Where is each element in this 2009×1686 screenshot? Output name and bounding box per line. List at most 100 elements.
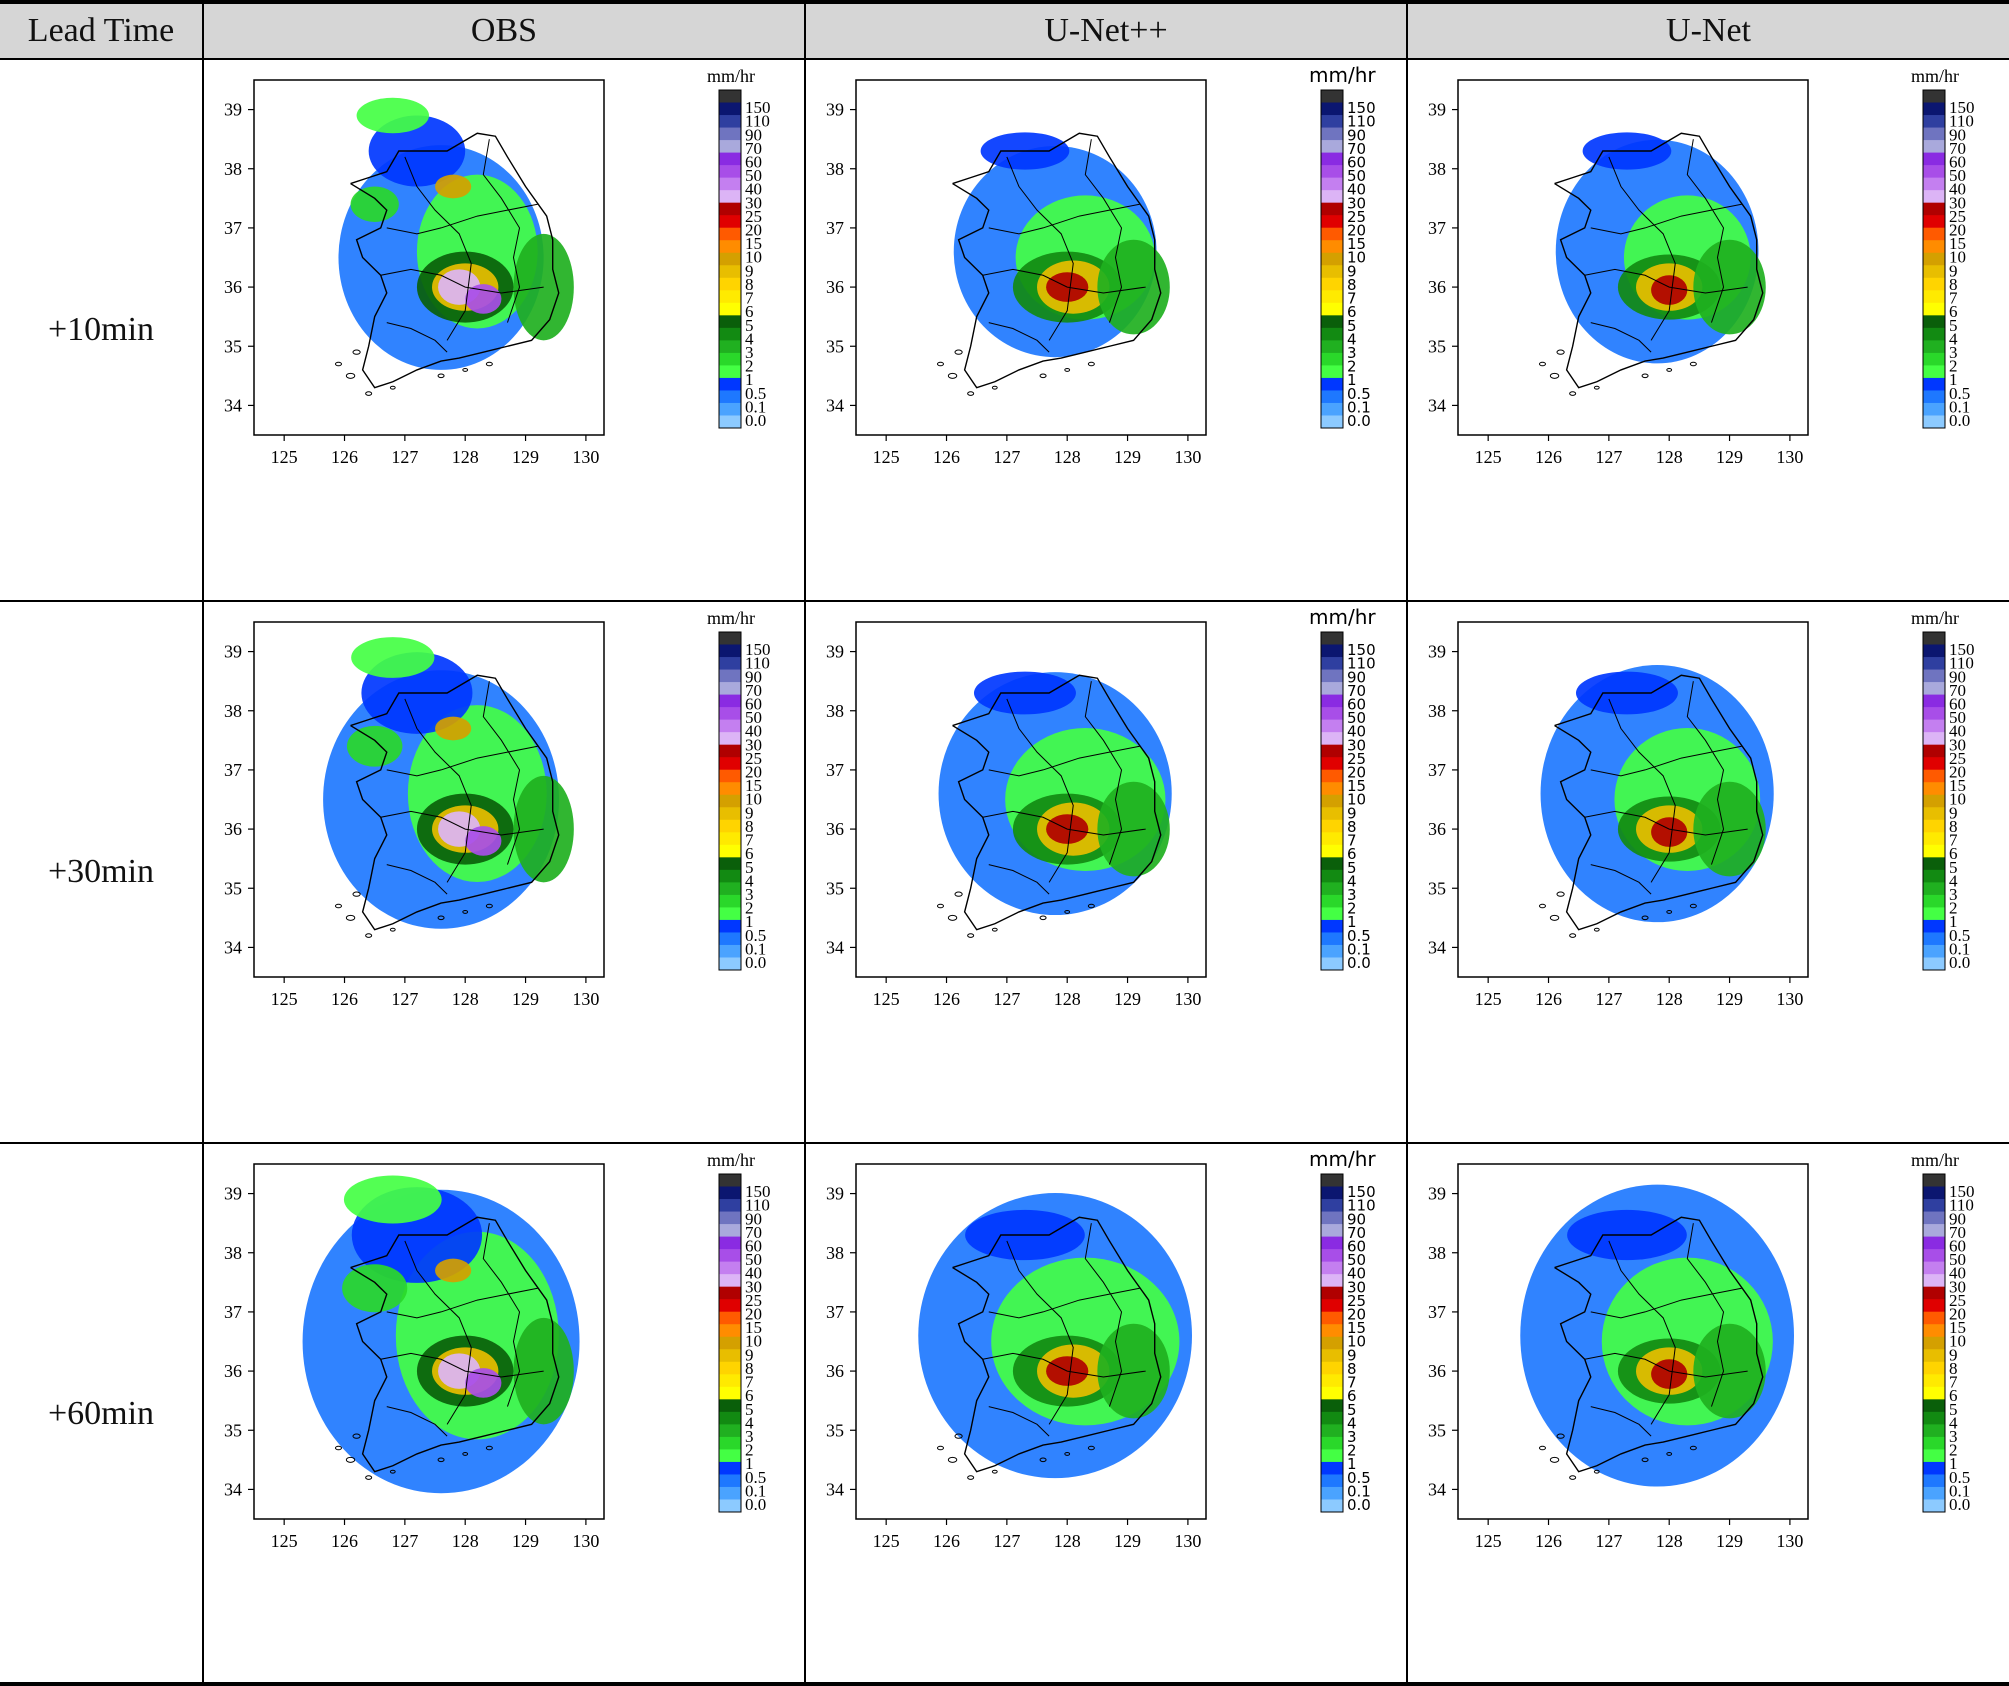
map-unetpp-60min: 125 126 127 128 129 130 39 38 37 36 35 34 mm/hr 150 11… (806, 1144, 1406, 1684)
y-tick-label: 37 (826, 760, 844, 780)
colorbar-swatch (1321, 944, 1343, 958)
y-tick-label: 36 (826, 277, 844, 297)
colorbar-swatch (1321, 1349, 1343, 1363)
header-unet: U-Net (1408, 4, 2009, 58)
x-tick-label: 127 (993, 989, 1020, 1009)
x-tick-label: 128 (452, 989, 479, 1009)
lead-time-label: +30min (47, 853, 155, 890)
precipitation-area (465, 284, 502, 314)
colorbar-label: 0.0 (1949, 953, 1970, 972)
colorbar-swatch (1321, 807, 1343, 821)
colorbar-swatch (719, 1386, 741, 1400)
colorbar-swatch (719, 1486, 741, 1500)
colorbar-swatch (1923, 1286, 1945, 1300)
colorbar-swatch (719, 1199, 741, 1213)
colorbar-swatch (1923, 140, 1945, 154)
colorbar-swatch (719, 302, 741, 316)
colorbar-swatch (1923, 190, 1945, 204)
colorbar-swatch (1923, 769, 1945, 783)
x-tick-label: 128 (1656, 447, 1683, 467)
y-tick-label: 34 (1428, 1479, 1446, 1499)
y-tick-label: 37 (1428, 1302, 1446, 1322)
colorbar-swatch (1321, 415, 1343, 429)
x-tick-label: 128 (1054, 989, 1081, 1009)
colorbar-swatch (1321, 669, 1343, 683)
y-tick-label: 38 (1428, 159, 1446, 179)
colorbar-swatch (1321, 1236, 1343, 1250)
colorbar-swatch (1923, 1336, 1945, 1350)
colorbar-swatch (1321, 1174, 1343, 1188)
colorbar-swatch (719, 265, 741, 279)
colorbar-swatch (719, 769, 741, 783)
colorbar-swatch (719, 252, 741, 266)
precipitation-area (346, 725, 403, 767)
map-unet-60min: 125 126 127 128 129 130 39 38 37 36 35 34 mm/hr 150 11… (1408, 1144, 2008, 1684)
colorbar-swatch (1321, 1224, 1343, 1238)
colorbar-swatch (1923, 932, 1945, 946)
colorbar-swatch (719, 352, 741, 366)
colorbar-swatch (719, 1361, 741, 1375)
y-tick-label: 36 (826, 819, 844, 839)
colorbar-swatch (719, 707, 741, 721)
colorbar-swatch (719, 632, 741, 646)
colorbar-swatch (1321, 127, 1343, 141)
colorbar-swatch (1923, 327, 1945, 341)
colorbar-swatch (719, 782, 741, 796)
colorbar-swatch (719, 127, 741, 141)
colorbar-swatch (1321, 1299, 1343, 1313)
x-tick-label: 129 (512, 447, 539, 467)
colorbar-swatch (1321, 869, 1343, 883)
x-tick-label: 127 (1595, 989, 1622, 1009)
precipitation-area (350, 186, 399, 222)
y-tick-label: 34 (224, 1479, 242, 1499)
colorbar-swatch (719, 1299, 741, 1313)
colorbar-swatch (1321, 290, 1343, 304)
x-tick-label: 127 (391, 989, 418, 1009)
colorbar-unit: mm/hr (1309, 1147, 1376, 1171)
lead-time-label: +10min (47, 311, 155, 348)
colorbar-swatch (1923, 819, 1945, 833)
colorbar-swatch (1923, 1386, 1945, 1400)
y-tick-label: 39 (1428, 1184, 1446, 1204)
colorbar-swatch (719, 957, 741, 971)
colorbar-swatch (1923, 1399, 1945, 1413)
precipitation-area (1693, 239, 1766, 335)
map-figure: 125 126 127 128 129 130393837363534mm/hr15011… (1428, 66, 1975, 467)
colorbar-swatch (1321, 707, 1343, 721)
colorbar-swatch (1321, 782, 1343, 796)
colorbar-swatch (1923, 707, 1945, 721)
header-obs: OBS (204, 4, 804, 58)
colorbar-swatch (1923, 240, 1945, 254)
colorbar-swatch (1923, 1474, 1945, 1488)
colorbar-swatch (1923, 1174, 1945, 1188)
y-tick-label: 38 (224, 701, 242, 721)
colorbar-swatch (1321, 340, 1343, 354)
y-tick-label: 34 (826, 395, 844, 415)
colorbar-swatch (1321, 894, 1343, 908)
colorbar-swatch (1321, 794, 1343, 808)
y-tick-label: 37 (224, 1302, 242, 1322)
colorbar-swatch (719, 669, 741, 683)
colorbar-swatch (1321, 1486, 1343, 1500)
colorbar-swatch (1923, 857, 1945, 871)
colorbar-swatch (1923, 1361, 1945, 1375)
x-tick-label: 130 (572, 989, 599, 1009)
colorbar-swatch (1923, 757, 1945, 771)
colorbar-swatch (1923, 1299, 1945, 1313)
y-tick-label: 35 (224, 1420, 242, 1440)
colorbar-swatch (1321, 352, 1343, 366)
x-tick-label: 128 (1054, 447, 1081, 467)
colorbar-swatch (1923, 682, 1945, 696)
colorbar-swatch (1923, 944, 1945, 958)
x-tick-label: 127 (993, 1531, 1020, 1551)
colorbar-swatch (1321, 1186, 1343, 1200)
colorbar-swatch (1321, 365, 1343, 379)
x-tick-label: 125 (271, 447, 298, 467)
y-tick-label: 38 (826, 701, 844, 721)
colorbar-swatch (1321, 1374, 1343, 1388)
y-tick-label: 34 (1428, 395, 1446, 415)
island (367, 1521, 381, 1530)
colorbar-swatch (719, 832, 741, 846)
colorbar-swatch (1923, 1274, 1945, 1288)
colorbar-swatch (1923, 869, 1945, 883)
